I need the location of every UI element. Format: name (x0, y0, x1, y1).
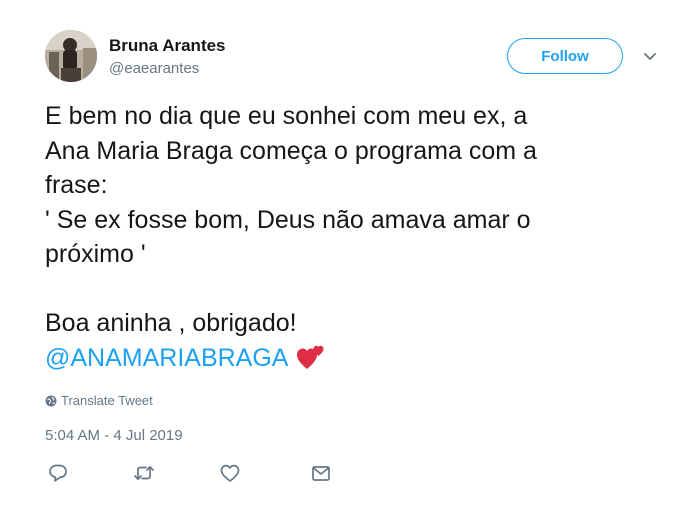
tweet-line: próximo ' (45, 240, 146, 268)
tweet-line (45, 272, 665, 307)
tweet-line: Ana Maria Braga começa o programa com a (45, 136, 537, 165)
like-icon[interactable] (219, 462, 241, 484)
mention-link[interactable]: @ANAMARIABRAGA (45, 344, 288, 372)
tweet-line: Boa aninha , obrigado! (45, 309, 297, 337)
translate-label: Translate Tweet (61, 393, 153, 408)
tweet-line: ' Se ex fosse bom, Deus não amava amar o (45, 205, 531, 234)
globe-icon (45, 395, 57, 411)
retweet-icon[interactable] (133, 462, 155, 484)
avatar[interactable] (45, 30, 97, 82)
tweet-timestamp[interactable]: 5:04 AM - 4 Jul 2019 (45, 427, 183, 445)
tweet-text: E bem no dia que eu sonhei com meu ex, a… (45, 99, 665, 375)
envelope-icon[interactable] (310, 462, 332, 484)
chevron-down-icon[interactable] (642, 48, 658, 64)
mention-line: @ANAMARIABRAGA (45, 341, 665, 376)
tweet-card: Bruna Arantes @eaearantes Follow E bem n… (0, 0, 693, 514)
author-handle[interactable]: @eaearantes (109, 60, 199, 78)
author-name[interactable]: Bruna Arantes (109, 36, 226, 56)
avatar-image (45, 30, 97, 82)
translate-tweet-link[interactable]: Translate Tweet (45, 393, 153, 411)
tweet-line: frase: (45, 171, 108, 199)
follow-button[interactable]: Follow (507, 38, 623, 74)
reply-icon[interactable] (47, 462, 69, 484)
tweet-line: E bem no dia que eu sonhei com meu ex, a (45, 102, 528, 130)
two-hearts-emoji (296, 342, 326, 382)
